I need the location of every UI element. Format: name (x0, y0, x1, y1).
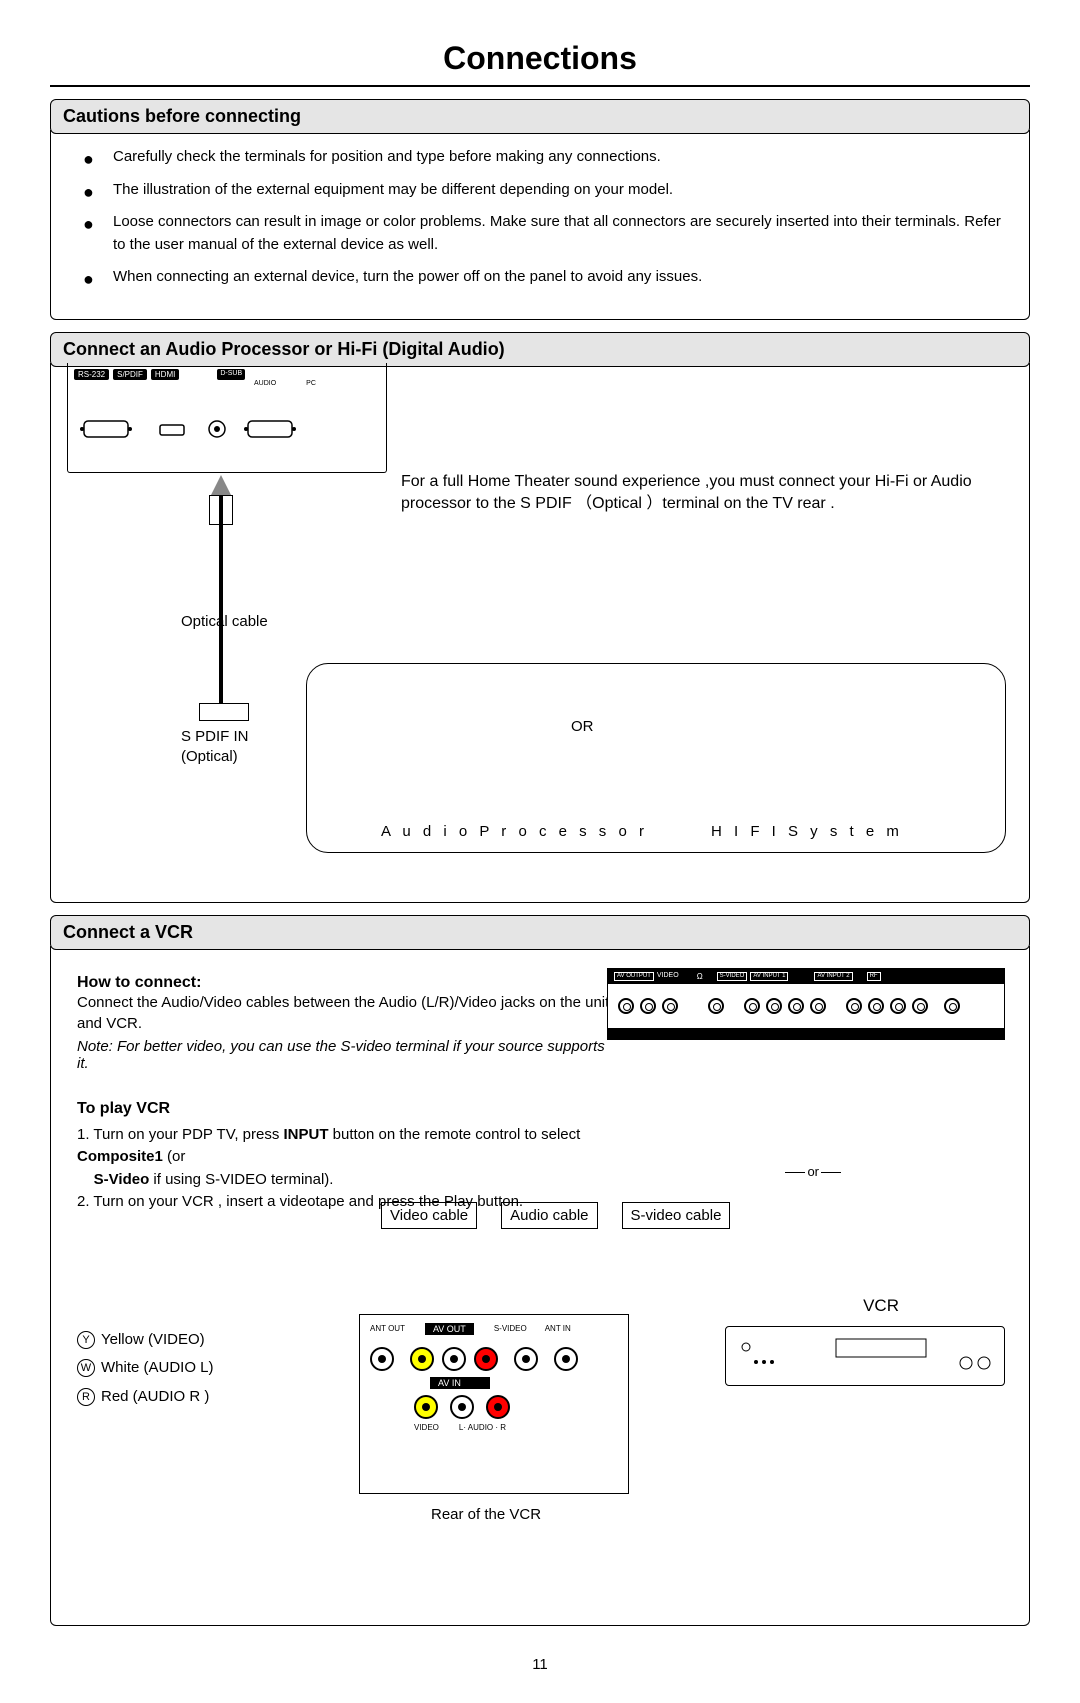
rear-label: RF (867, 972, 881, 981)
play-steps: 1. Turn on your PDP TV, press INPUT butt… (77, 1124, 657, 1214)
audio-processor-label: A u d i o P r o c e s s o r (381, 823, 648, 840)
jack-icon (370, 1347, 394, 1371)
optical-plug-icon (199, 703, 249, 721)
section-header-cautions: Cautions before connecting (50, 99, 1030, 134)
cautions-box: Carefully check the terminals for positi… (50, 130, 1030, 320)
rear-label: AV INPUT 2 (814, 972, 852, 981)
jack-icon (442, 1347, 466, 1371)
jack-icon (450, 1395, 474, 1419)
jack-red-icon (486, 1395, 510, 1419)
jack-icon (810, 998, 826, 1014)
s-video-label: S-VIDEO (494, 1324, 527, 1333)
circle-y-icon: Y (77, 1331, 95, 1349)
note-text: Note: For better video, you can use the … (77, 1038, 617, 1072)
spdif-port-icon (154, 415, 190, 443)
ant-in-label: ANT IN (545, 1324, 571, 1333)
av-in-label: AV IN (430, 1377, 490, 1389)
circle-r-icon: R (77, 1388, 95, 1406)
how-to-connect-body: Connect the Audio/Video cables between t… (77, 992, 617, 1034)
section-header-vcr: Connect a VCR (50, 915, 1030, 950)
cable-line (219, 495, 223, 705)
caution-item: Carefully check the terminals for positi… (77, 146, 1003, 169)
jack-icon (890, 998, 906, 1014)
rear-sublabel: VIDEO (657, 972, 679, 981)
vcr-diagram: How to connect: Connect the Audio/Video … (50, 946, 1030, 1626)
jack-icon (912, 998, 928, 1014)
circle-w-icon: W (77, 1359, 95, 1377)
port-label: D-SUB (217, 369, 245, 380)
vcr-title: VCR (863, 1296, 899, 1316)
hifi-system-label: H I F I S y s t e m (711, 823, 903, 840)
jack-icon (708, 998, 724, 1014)
rear-label: AV OUTPUT (614, 972, 654, 981)
hdmi-port-icon (204, 415, 230, 443)
rear-label: AV INPUT 1 (750, 972, 788, 981)
svideo-cable-label: S-video cable (622, 1202, 731, 1229)
step-1: 1. Turn on your PDP TV, press INPUT butt… (77, 1124, 657, 1192)
rear-label: Ω (697, 972, 703, 981)
video-sublabel: VIDEO (414, 1423, 439, 1432)
jack-icon (766, 998, 782, 1014)
port-label: HDMI (151, 369, 179, 380)
cautions-list: Carefully check the terminals for positi… (77, 146, 1003, 289)
port-sublabel: PC (306, 380, 316, 387)
arrow-up-icon (211, 475, 231, 495)
jack-yellow-icon (410, 1347, 434, 1371)
ant-out-label: ANT OUT (370, 1324, 405, 1333)
or-small-text: or (783, 1164, 843, 1179)
jack-icon (662, 998, 678, 1014)
audio-sublabel: L· AUDIO · R (459, 1423, 506, 1432)
jack-icon (744, 998, 760, 1014)
caution-item: When connecting an external device, turn… (77, 266, 1003, 289)
caution-item: Loose connectors can result in image or … (77, 211, 1003, 256)
jack-red-icon (474, 1347, 498, 1371)
vcr-rear-panel: ANT OUT AV OUT S-VIDEO ANT IN AV IN VIDE… (359, 1314, 629, 1494)
tv-terminal-row: RS-232 S/PDIF HDMI D-SUB AUDIO PC (67, 363, 387, 473)
rear-of-vcr-label: Rear of the VCR (431, 1506, 541, 1523)
jack-icon (554, 1347, 578, 1371)
rs232-port-icon (80, 415, 140, 443)
jack-icon (846, 998, 862, 1014)
color-legend: YYellow (VIDEO) WWhite (AUDIO L) RRed (A… (77, 1326, 214, 1412)
page-title: Connections (50, 40, 1030, 87)
jack-icon (944, 998, 960, 1014)
or-text: OR (571, 718, 594, 735)
page-number: 11 (50, 1656, 1030, 1673)
spdif-label: S PDIF IN (Optical) (181, 727, 249, 768)
jack-icon (868, 998, 884, 1014)
port-label: RS-232 (74, 369, 109, 380)
jack-icon (618, 998, 634, 1014)
audio-cable-label: Audio cable (501, 1202, 597, 1229)
dsub-port-icon (244, 415, 304, 443)
section-header-audio: Connect an Audio Processor or Hi-Fi (Dig… (50, 332, 1030, 367)
to-play-heading: To play VCR (77, 1100, 1003, 1118)
caution-item: The illustration of the external equipme… (77, 179, 1003, 202)
jack-icon (640, 998, 656, 1014)
optical-cable-label: Optical cable (181, 613, 268, 630)
audio-diagram: RS-232 S/PDIF HDMI D-SUB AUDIO PC Optica… (50, 363, 1030, 903)
vcr-unit-icon (725, 1326, 1005, 1386)
rear-label: S-VIDEO (717, 972, 748, 981)
cable-labels: Video cable Audio cable S-video cable (381, 1202, 730, 1229)
jack-yellow-icon (414, 1395, 438, 1419)
audio-description: For a full Home Theater sound experience… (401, 471, 1011, 516)
svideo-jack-icon (514, 1347, 538, 1371)
port-sublabel: AUDIO (254, 380, 276, 387)
jack-icon (788, 998, 804, 1014)
video-cable-label: Video cable (381, 1202, 477, 1229)
av-out-label: AV OUT (425, 1323, 474, 1335)
port-label: S/PDIF (113, 369, 147, 380)
tv-rear-panel: AV OUTPUT VIDEO Ω S-VIDEO AV INPUT 1 AV … (607, 968, 1005, 1040)
